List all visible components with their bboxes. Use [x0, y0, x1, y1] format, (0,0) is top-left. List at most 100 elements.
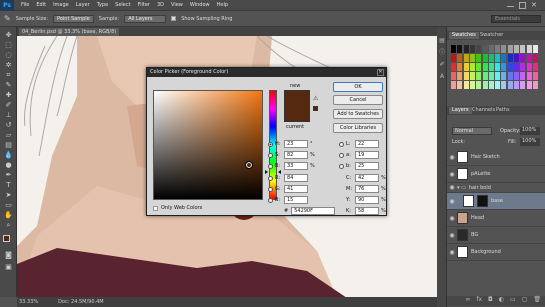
menu-window[interactable]: Window — [190, 2, 210, 8]
visibility-eye-icon[interactable]: ◉ — [447, 215, 457, 222]
black-input[interactable]: 58 — [355, 207, 379, 215]
new-group-icon[interactable]: ▭ — [510, 296, 516, 306]
clone-stamp-tool-icon[interactable]: ⊥ — [4, 111, 13, 119]
eraser-tool-icon[interactable]: ▱ — [4, 131, 13, 139]
swatch-cell[interactable] — [501, 63, 507, 71]
swatch-cell[interactable] — [457, 45, 463, 53]
layer-row-selected[interactable]: ◉ base — [447, 193, 545, 210]
swatch-cell[interactable] — [451, 54, 456, 62]
layer-mask-thumbnail[interactable] — [477, 195, 488, 207]
swatch-cell[interactable] — [469, 45, 475, 53]
swatch-cell[interactable] — [526, 45, 532, 53]
swatch-cell[interactable] — [514, 45, 519, 53]
adjustment-icon[interactable]: ◐ — [499, 296, 504, 306]
current-color-swatch[interactable] — [284, 106, 310, 122]
history-panel-icon[interactable]: ▤ — [438, 37, 446, 45]
lightness-input[interactable]: 22 — [355, 140, 379, 148]
cyan-input[interactable]: 42 — [355, 174, 379, 182]
swatch-cell[interactable] — [520, 72, 526, 80]
swatch-cell[interactable] — [507, 72, 513, 80]
hue-input[interactable]: 23 — [284, 140, 308, 148]
new-layer-icon[interactable]: ▢ — [522, 296, 528, 306]
brush-panel-icon[interactable]: ✐ — [438, 61, 446, 69]
visibility-eye-icon[interactable]: ◉ — [447, 232, 457, 239]
swatch-cell[interactable] — [463, 72, 469, 80]
swatch-cell[interactable] — [495, 45, 501, 53]
visibility-eye-icon[interactable]: ◉ — [447, 171, 457, 178]
pen-tool-icon[interactable]: ✒ — [4, 171, 13, 179]
swatch-cell[interactable] — [532, 63, 538, 71]
color-cursor[interactable] — [245, 161, 253, 169]
swatch-cell[interactable] — [488, 63, 494, 71]
b-channel-radio[interactable] — [339, 163, 344, 169]
swatch-cell[interactable] — [463, 81, 469, 89]
swatch-cell[interactable] — [469, 63, 475, 71]
swatch-cell[interactable] — [507, 45, 513, 53]
show-ring-checkbox[interactable] — [171, 16, 177, 21]
swatch-cell[interactable] — [532, 72, 538, 80]
sample-size-select[interactable]: Point Sample — [53, 14, 94, 23]
swatch-cell[interactable] — [514, 81, 519, 89]
swatch-cell[interactable] — [520, 45, 526, 53]
layer-row[interactable]: ◉ BG — [447, 227, 545, 244]
layer-row[interactable]: ◉ Head — [447, 210, 545, 227]
menu-layer[interactable]: Layer — [76, 2, 90, 8]
color-libraries-button[interactable]: Color Libraries — [333, 123, 383, 133]
add-to-swatches-button[interactable]: Add to Swatches — [333, 109, 383, 119]
hand-tool-icon[interactable]: ✋ — [4, 211, 13, 219]
swatch-cell[interactable] — [488, 54, 494, 62]
swatch-cell[interactable] — [451, 81, 456, 89]
swatch-cell[interactable] — [514, 63, 519, 71]
character-panel-icon[interactable]: A — [438, 73, 446, 81]
menu-edit[interactable]: Edit — [36, 2, 46, 8]
lightness-radio[interactable] — [339, 141, 344, 147]
properties-panel-icon[interactable]: ⓘ — [438, 49, 446, 57]
crop-tool-icon[interactable]: ⌗ — [4, 71, 13, 79]
swatch-cell[interactable] — [488, 81, 494, 89]
zoom-level[interactable]: 33.33% — [19, 299, 38, 305]
eyedropper-tool-icon[interactable]: ✎ — [4, 81, 13, 89]
brightness-radio[interactable] — [268, 163, 273, 169]
swatch-cell[interactable] — [532, 54, 538, 62]
swatch-cell[interactable] — [451, 45, 456, 53]
swatch-cell[interactable] — [501, 54, 507, 62]
cancel-button[interactable]: Cancel — [333, 95, 383, 105]
swatch-cell[interactable] — [526, 63, 532, 71]
eyedropper-icon[interactable]: ✎ — [4, 14, 11, 23]
swatch-cell[interactable] — [451, 63, 456, 71]
swatch-cell[interactable] — [463, 54, 469, 62]
dialog-close-icon[interactable]: ✕ — [377, 69, 384, 76]
brightness-input[interactable]: 33 — [284, 162, 308, 170]
swatch-cell[interactable] — [532, 81, 538, 89]
swatch-cell[interactable] — [488, 72, 494, 80]
swatch-cell[interactable] — [514, 72, 519, 80]
green-input[interactable]: 41 — [284, 185, 308, 193]
tab-paths[interactable]: Paths — [493, 107, 513, 114]
swatch-cell[interactable] — [463, 45, 469, 53]
swatch-cell[interactable] — [476, 63, 482, 71]
visibility-eye-icon[interactable]: ◉ — [447, 184, 457, 191]
menu-image[interactable]: Image — [53, 2, 69, 8]
quick-select-tool-icon[interactable]: ✲ — [4, 61, 13, 69]
swatch-grid[interactable] — [451, 45, 539, 90]
history-brush-tool-icon[interactable]: ↺ — [4, 121, 13, 129]
swatch-cell[interactable] — [520, 54, 526, 62]
swatch-cell[interactable] — [495, 72, 501, 80]
menu-view[interactable]: View — [171, 2, 183, 8]
swatch-cell[interactable] — [514, 54, 519, 62]
swatch-cell[interactable] — [507, 63, 513, 71]
layer-group-row[interactable]: ◉ ▾ ▭ hair bold — [447, 183, 545, 193]
swatch-cell[interactable] — [501, 45, 507, 53]
red-input[interactable]: 84 — [284, 174, 308, 182]
healing-tool-icon[interactable]: ✚ — [4, 91, 13, 99]
maximize-icon[interactable] — [519, 2, 526, 9]
layer-row[interactable]: ◉ Background — [447, 244, 545, 261]
swatch-cell[interactable] — [482, 81, 488, 89]
quick-mask-icon[interactable]: ◙ — [4, 251, 13, 259]
blur-tool-icon[interactable]: 💧 — [4, 151, 13, 159]
swatch-cell[interactable] — [482, 45, 488, 53]
swatch-cell[interactable] — [482, 72, 488, 80]
swatch-cell[interactable] — [532, 45, 538, 53]
visibility-eye-icon[interactable]: ◉ — [447, 154, 457, 161]
blue-radio[interactable] — [268, 197, 273, 203]
